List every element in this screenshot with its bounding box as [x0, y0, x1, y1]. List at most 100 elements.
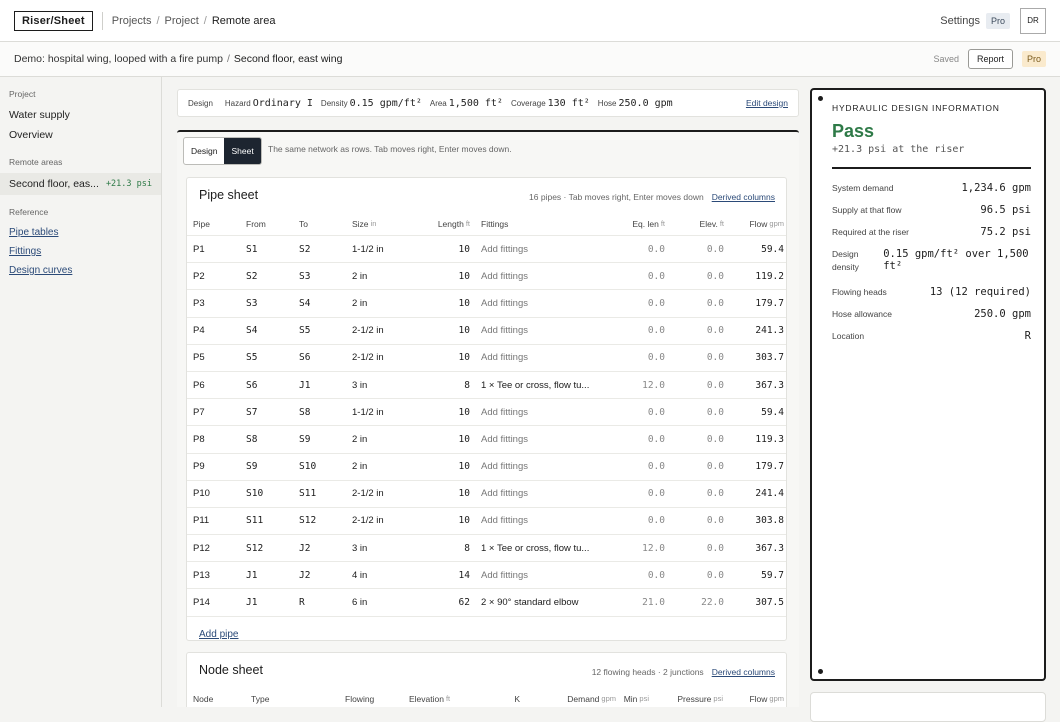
- tab-sheet[interactable]: Sheet: [224, 138, 261, 164]
- cell-eq-len[interactable]: 0.0: [617, 399, 665, 425]
- cell-size[interactable]: 2-1/2 in: [352, 481, 422, 507]
- cell-size[interactable]: 2 in: [352, 426, 422, 452]
- cell-fittings[interactable]: 2 × 90° standard elbow: [481, 589, 611, 615]
- cell-from[interactable]: S3: [246, 290, 296, 316]
- cell-flow[interactable]: 59.4: [727, 399, 784, 425]
- cell-length[interactable]: 10: [423, 318, 470, 344]
- cell-elev[interactable]: 0.0: [677, 372, 724, 398]
- sidebar-link-fittings[interactable]: Fittings: [0, 242, 161, 261]
- cell-elev[interactable]: 0.0: [677, 481, 724, 507]
- cell-pipe[interactable]: P12: [193, 535, 243, 561]
- cell-length[interactable]: 10: [423, 399, 470, 425]
- cell-size[interactable]: 6 in: [352, 589, 422, 615]
- cell-eq-len[interactable]: 0.0: [617, 481, 665, 507]
- cell-size[interactable]: 1-1/2 in: [352, 236, 422, 262]
- cell-size[interactable]: 2 in: [352, 263, 422, 289]
- avatar[interactable]: DR: [1020, 7, 1046, 34]
- project-name[interactable]: Demo: hospital wing, looped with a fire …: [14, 53, 223, 65]
- cell-from[interactable]: S7: [246, 399, 296, 425]
- cell-size[interactable]: 1-1/2 in: [352, 399, 422, 425]
- cell-length[interactable]: 10: [423, 426, 470, 452]
- cell-to[interactable]: R: [299, 589, 349, 615]
- cell-fittings[interactable]: Add fittings: [481, 318, 611, 344]
- cell-length[interactable]: 10: [423, 345, 470, 371]
- sidebar-item-overview[interactable]: Overview: [0, 125, 161, 145]
- cell-elev[interactable]: 0.0: [677, 345, 724, 371]
- cell-fittings[interactable]: Add fittings: [481, 399, 611, 425]
- table-row[interactable]: P12 S12 J2 3 in 8 1 × Tee or cross, flow tu..…: [187, 535, 786, 563]
- cell-elev[interactable]: 0.0: [677, 562, 724, 588]
- cell-from[interactable]: S8: [246, 426, 296, 452]
- cell-fittings[interactable]: Add fittings: [481, 508, 611, 534]
- table-row[interactable]: P1 S1 S2 1-1/2 in 10 Add fittings 0.0 0.0 59.4: [187, 236, 786, 264]
- cell-length[interactable]: 10: [423, 236, 470, 262]
- tab-design[interactable]: Design: [184, 138, 224, 164]
- cell-to[interactable]: S3: [299, 263, 349, 289]
- app-logo[interactable]: Riser/Sheet: [14, 10, 93, 31]
- cell-pipe[interactable]: P9: [193, 454, 243, 480]
- cell-pipe[interactable]: P3: [193, 290, 243, 316]
- cell-to[interactable]: S8: [299, 399, 349, 425]
- cell-length[interactable]: 10: [423, 263, 470, 289]
- cell-size[interactable]: 2 in: [352, 454, 422, 480]
- cell-from[interactable]: S10: [246, 481, 296, 507]
- cell-flow[interactable]: 179.7: [727, 290, 784, 316]
- cell-flow[interactable]: 303.7: [727, 345, 784, 371]
- cell-to[interactable]: J1: [299, 372, 349, 398]
- cell-flow[interactable]: 303.8: [727, 508, 784, 534]
- breadcrumb-projects[interactable]: Projects: [112, 15, 152, 27]
- cell-pipe[interactable]: P6: [193, 372, 243, 398]
- cell-fittings[interactable]: Add fittings: [481, 562, 611, 588]
- cell-fittings[interactable]: Add fittings: [481, 426, 611, 452]
- cell-elev[interactable]: 0.0: [677, 454, 724, 480]
- sidebar-item-remote-area[interactable]: Second floor, eas... +21.3 psi: [0, 173, 161, 195]
- cell-length[interactable]: 8: [423, 535, 470, 561]
- cell-fittings[interactable]: Add fittings: [481, 345, 611, 371]
- cell-eq-len[interactable]: 21.0: [617, 589, 665, 615]
- cell-flow[interactable]: 307.5: [727, 589, 784, 615]
- cell-from[interactable]: S4: [246, 318, 296, 344]
- cell-flow[interactable]: 119.3: [727, 426, 784, 452]
- cell-to[interactable]: J2: [299, 562, 349, 588]
- cell-flow[interactable]: 367.3: [727, 372, 784, 398]
- cell-fittings[interactable]: Add fittings: [481, 236, 611, 262]
- cell-size[interactable]: 2-1/2 in: [352, 345, 422, 371]
- cell-length[interactable]: 10: [423, 454, 470, 480]
- cell-size[interactable]: 2 in: [352, 290, 422, 316]
- cell-size[interactable]: 3 in: [352, 372, 422, 398]
- cell-elev[interactable]: 22.0: [677, 589, 724, 615]
- cell-eq-len[interactable]: 12.0: [617, 372, 665, 398]
- cell-to[interactable]: J2: [299, 535, 349, 561]
- cell-elev[interactable]: 0.0: [677, 318, 724, 344]
- cell-fittings[interactable]: Add fittings: [481, 290, 611, 316]
- cell-from[interactable]: S5: [246, 345, 296, 371]
- table-row[interactable]: P9 S9 S10 2 in 10 Add fittings 0.0 0.0 179.7: [187, 454, 786, 481]
- cell-to[interactable]: S5: [299, 318, 349, 344]
- cell-flow[interactable]: 119.2: [727, 263, 784, 289]
- table-row[interactable]: P10 S10 S11 2-1/2 in 10 Add fittings 0.0 0.0 241…: [187, 481, 786, 508]
- cell-flow[interactable]: 59.7: [727, 562, 784, 588]
- cell-fittings[interactable]: 1 × Tee or cross, flow tu...: [481, 372, 611, 398]
- sidebar-item-water-supply[interactable]: Water supply: [0, 105, 161, 125]
- sidebar-link-design-curves[interactable]: Design curves: [0, 261, 161, 280]
- cell-from[interactable]: S2: [246, 263, 296, 289]
- add-pipe-link[interactable]: Add pipe: [199, 629, 238, 640]
- cell-size[interactable]: 2-1/2 in: [352, 508, 422, 534]
- cell-eq-len[interactable]: 0.0: [617, 290, 665, 316]
- sidebar-link-pipe-tables[interactable]: Pipe tables: [0, 223, 161, 242]
- table-row[interactable]: P13 J1 J2 4 in 14 Add fittings 0.0 0.0 59.7: [187, 562, 786, 590]
- table-row[interactable]: P14 J1 R 6 in 62 2 × 90° standard elbow 21.0 22…: [187, 589, 786, 617]
- cell-length[interactable]: 8: [423, 372, 470, 398]
- cell-flow[interactable]: 241.4: [727, 481, 784, 507]
- table-row[interactable]: P7 S7 S8 1-1/2 in 10 Add fittings 0.0 0.0 59.4: [187, 399, 786, 427]
- cell-from[interactable]: S1: [246, 236, 296, 262]
- derived-columns-link[interactable]: Derived columns: [712, 192, 775, 202]
- table-row[interactable]: P2 S2 S3 2 in 10 Add fittings 0.0 0.0 119.2: [187, 263, 786, 291]
- cell-pipe[interactable]: P13: [193, 562, 243, 588]
- cell-pipe[interactable]: P11: [193, 508, 243, 534]
- breadcrumb-project[interactable]: Project: [165, 15, 199, 27]
- cell-pipe[interactable]: P8: [193, 426, 243, 452]
- derived-columns-link[interactable]: Derived columns: [712, 667, 775, 677]
- cell-eq-len[interactable]: 12.0: [617, 535, 665, 561]
- cell-eq-len[interactable]: 0.0: [617, 508, 665, 534]
